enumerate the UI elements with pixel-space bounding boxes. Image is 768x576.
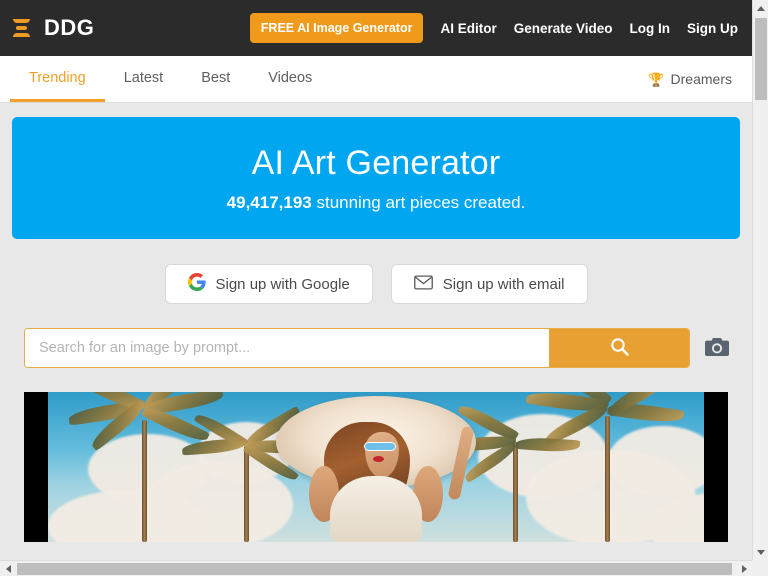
- site-header: DDG FREE AI Image Generator AI Editor Ge…: [0, 0, 752, 56]
- dreamers-label: Dreamers: [670, 71, 732, 87]
- arrow-up-icon: [757, 5, 765, 11]
- scroll-up-button[interactable]: [753, 0, 768, 16]
- tab-best[interactable]: Best: [182, 56, 249, 102]
- search-row: [12, 328, 740, 368]
- sign-up-with-email-button[interactable]: Sign up with email: [390, 264, 588, 304]
- sunglasses: [364, 442, 396, 451]
- nav-link-generate-video[interactable]: Generate Video: [514, 21, 613, 36]
- google-g-icon: [187, 273, 206, 295]
- hero-subtitle-rest: stunning art pieces created.: [311, 192, 526, 212]
- envelope-icon: [413, 274, 433, 294]
- main-content: AI Art Generator 49,417,193 stunning art…: [0, 103, 752, 542]
- hero-banner: AI Art Generator 49,417,193 stunning art…: [12, 117, 740, 239]
- search-box: [24, 328, 690, 368]
- nav-link-sign-up[interactable]: Sign Up: [687, 21, 738, 36]
- scroll-right-button[interactable]: [736, 561, 752, 576]
- arrow-down-icon: [757, 549, 765, 555]
- vertical-scrollbar-thumb[interactable]: [755, 18, 767, 100]
- arrow-right-icon: [741, 565, 747, 573]
- hamburger-bar-middle: [15, 26, 27, 30]
- hamburger-bar-top: [12, 19, 30, 23]
- signup-row: Sign up with Google Sign up with email: [12, 264, 740, 304]
- hero-subtitle: 49,417,193 stunning art pieces created.: [227, 193, 526, 213]
- tab-trending[interactable]: Trending: [10, 56, 105, 102]
- artwork-figure: [261, 392, 491, 542]
- page-title: AI Art Generator: [251, 143, 501, 182]
- arrow-left-icon: [5, 565, 11, 573]
- artwork-image: [48, 392, 704, 542]
- sign-up-with-google-label: Sign up with Google: [215, 275, 350, 293]
- nav-link-log-in[interactable]: Log In: [630, 21, 671, 36]
- search-submit-button[interactable]: [549, 329, 689, 367]
- lips: [373, 456, 384, 462]
- search-input[interactable]: [25, 329, 549, 367]
- camera-icon: [704, 335, 730, 362]
- hamburger-icon[interactable]: [8, 15, 34, 41]
- nav-link-ai-editor[interactable]: AI Editor: [440, 21, 496, 36]
- page-content: DDG FREE AI Image Generator AI Editor Ge…: [0, 0, 752, 560]
- category-tabbar: Trending Latest Best Videos 🏆 Dreamers: [0, 56, 752, 103]
- scrollbar-corner: [752, 560, 768, 576]
- tab-videos[interactable]: Videos: [249, 56, 331, 102]
- header-nav: FREE AI Image Generator AI Editor Genera…: [249, 13, 738, 43]
- art-pieces-count: 49,417,193: [226, 192, 312, 212]
- sign-up-with-email-label: Sign up with email: [442, 275, 565, 293]
- scroll-left-button[interactable]: [0, 561, 16, 576]
- dress: [330, 476, 422, 542]
- vertical-scrollbar[interactable]: [752, 0, 768, 560]
- sign-up-with-google-button[interactable]: Sign up with Google: [164, 264, 373, 304]
- magnifier-icon: [610, 337, 629, 359]
- free-ai-image-generator-button[interactable]: FREE AI Image Generator: [249, 13, 424, 43]
- scroll-down-button[interactable]: [753, 544, 768, 560]
- featured-artwork[interactable]: [24, 392, 728, 542]
- horizontal-scrollbar[interactable]: [0, 560, 768, 576]
- tab-list: Trending Latest Best Videos: [10, 56, 331, 102]
- site-logo[interactable]: DDG: [44, 15, 94, 41]
- hamburger-bar-bottom: [12, 33, 30, 37]
- browser-viewport: DDG FREE AI Image Generator AI Editor Ge…: [0, 0, 768, 576]
- tab-latest[interactable]: Latest: [105, 56, 183, 102]
- trophy-icon: 🏆: [648, 71, 665, 87]
- horizontal-scrollbar-thumb[interactable]: [17, 563, 732, 575]
- image-search-button[interactable]: [704, 335, 730, 361]
- dreamers-link[interactable]: 🏆 Dreamers: [648, 56, 738, 102]
